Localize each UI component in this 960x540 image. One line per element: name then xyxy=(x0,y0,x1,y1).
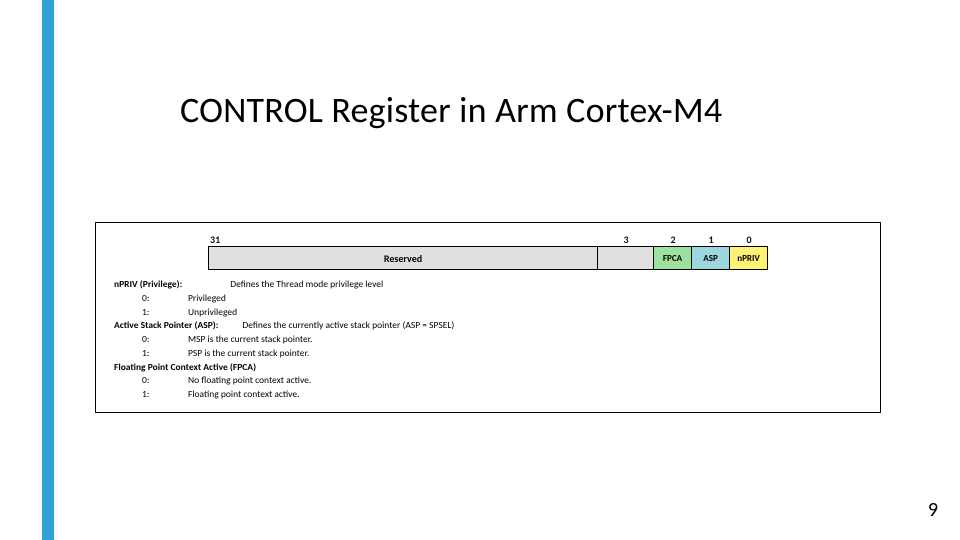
asp-1-key: 1: xyxy=(114,347,188,361)
fpca-0-val: No floating point context active. xyxy=(188,374,311,388)
cell-npriv: nPRIV xyxy=(730,246,768,270)
page-number: 9 xyxy=(928,498,938,522)
fpca-1-key: 1: xyxy=(114,388,188,402)
cell-gap xyxy=(598,246,654,270)
bit-labels: 31 3 2 1 0 xyxy=(208,233,768,246)
bit-label-2: 2 xyxy=(654,233,692,246)
fpca-1-val: Floating point context active. xyxy=(188,388,300,402)
bit-label-3: 3 xyxy=(598,233,654,246)
asp-label: Active Stack Pointer (ASP): xyxy=(114,319,218,333)
description-block: nPRIV (Privilege): Defines the Thread mo… xyxy=(114,278,862,402)
bit-label-0: 0 xyxy=(730,233,768,246)
npriv-0-val: Privileged xyxy=(188,292,226,306)
cell-asp: ASP xyxy=(692,246,730,270)
npriv-label: nPRIV (Privilege): xyxy=(114,278,182,292)
register-cells: Reserved FPCA ASP nPRIV xyxy=(208,246,768,270)
asp-0-key: 0: xyxy=(114,333,188,347)
asp-0-val: MSP is the current stack pointer. xyxy=(188,333,312,347)
register-diagram: 31 3 2 1 0 Reserved FPCA ASP nPRIV xyxy=(208,233,768,270)
asp-1-val: PSP is the current stack pointer. xyxy=(188,347,309,361)
fpca-label: Floating Point Context Active (FPCA) xyxy=(114,361,256,375)
accent-bar xyxy=(42,0,54,540)
npriv-def: Defines the Thread mode privilege level xyxy=(230,278,383,292)
bit-label-31: 31 xyxy=(208,233,598,246)
slide-title: CONTROL Register in Arm Cortex-M4 xyxy=(180,88,722,132)
npriv-1-val: Unprivileged xyxy=(188,306,237,320)
fpca-0-key: 0: xyxy=(114,374,188,388)
bit-label-1: 1 xyxy=(692,233,730,246)
content-box: 31 3 2 1 0 Reserved FPCA ASP nPRIV nPRIV… xyxy=(95,222,881,413)
asp-def: Defines the currently active stack point… xyxy=(242,319,454,333)
cell-fpca: FPCA xyxy=(654,246,692,270)
cell-reserved: Reserved xyxy=(208,246,598,270)
npriv-1-key: 1: xyxy=(114,306,188,320)
npriv-0-key: 0: xyxy=(114,292,188,306)
